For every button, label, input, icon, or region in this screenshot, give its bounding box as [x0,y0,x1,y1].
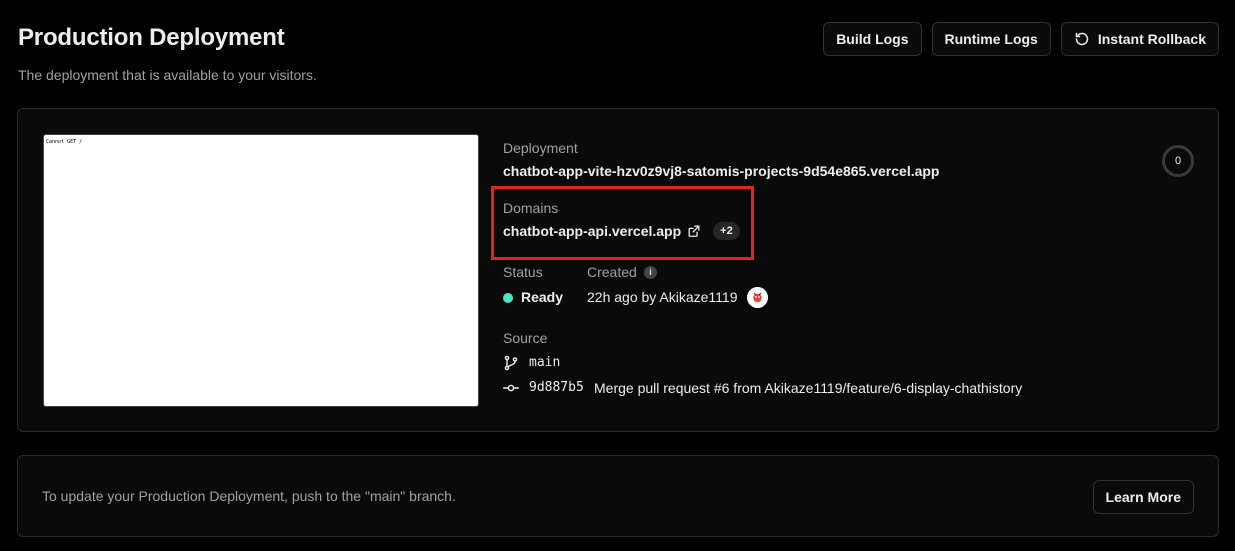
progress-ring[interactable]: 0 [1162,145,1194,177]
extra-domains-badge[interactable]: +2 [713,222,740,240]
branch-name[interactable]: main [529,355,560,370]
deployment-label: Deployment [503,140,578,156]
created-label: Created [587,264,637,280]
domain-link[interactable]: chatbot-app-api.vercel.app [503,223,681,239]
build-logs-button[interactable]: Build Logs [823,22,922,56]
info-icon[interactable]: i [644,266,657,279]
toolbar: Build Logs Runtime Logs Instant Rollback [823,22,1219,56]
commit-hash[interactable]: 9d887b5 [529,380,584,395]
deployment-card: Cannot GET / Deployment chatbot-app-vite… [17,108,1219,432]
runtime-logs-label: Runtime Logs [944,31,1038,47]
source-label: Source [503,330,548,346]
footer-card: To update your Production Deployment, pu… [17,455,1219,537]
external-link-icon[interactable] [687,224,701,238]
commit-message[interactable]: Merge pull request #6 from Akikaze1119/f… [594,380,1022,396]
status-value: Ready [521,289,564,305]
status-dot [503,293,513,303]
domains-row: chatbot-app-api.vercel.app +2 [503,222,740,240]
instant-rollback-label: Instant Rollback [1097,31,1206,47]
git-commit-icon [503,384,519,392]
domains-label: Domains [503,200,559,216]
git-branch-icon [504,355,518,371]
rollback-icon [1075,32,1089,46]
build-logs-label: Build Logs [836,31,909,47]
instant-rollback-button[interactable]: Instant Rollback [1060,22,1219,56]
page-title: Production Deployment [18,24,285,51]
deployment-url[interactable]: chatbot-app-vite-hzv0z9vj8-satomis-proje… [503,163,940,179]
learn-more-label: Learn More [1105,489,1181,505]
status-label: Status [503,264,543,280]
created-value: 22h ago by Akikaze1119 [587,289,738,305]
preview-text: Cannot GET / [46,139,83,145]
avatar[interactable] [747,287,768,308]
footer-text: To update your Production Deployment, pu… [42,488,456,504]
runtime-logs-button[interactable]: Runtime Logs [931,22,1051,56]
deployment-preview[interactable]: Cannot GET / [43,134,479,407]
page-subtitle: The deployment that is available to your… [18,67,317,83]
learn-more-button[interactable]: Learn More [1092,480,1194,514]
